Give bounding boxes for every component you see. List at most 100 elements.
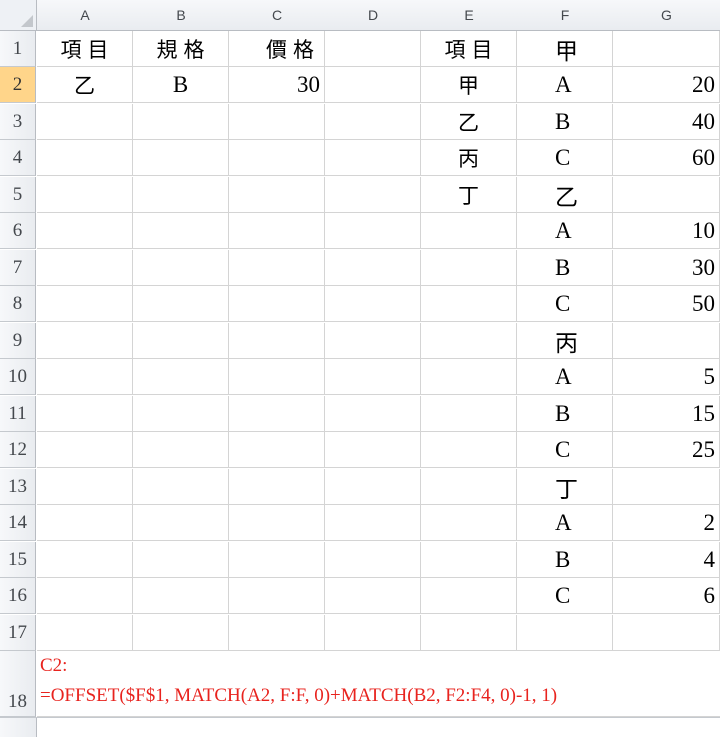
cell-g10[interactable]: 5 xyxy=(613,359,720,395)
row-header-16[interactable]: 16 xyxy=(0,578,36,614)
row-header-13[interactable]: 13 xyxy=(0,469,36,505)
cell-d11[interactable] xyxy=(325,396,421,432)
cell-e15[interactable] xyxy=(421,542,517,578)
cell-g11[interactable]: 15 xyxy=(613,396,720,432)
cell-c15[interactable] xyxy=(229,542,325,578)
cell-a5[interactable] xyxy=(37,177,133,213)
cell-a12[interactable] xyxy=(37,432,133,468)
row-header-5[interactable]: 5 xyxy=(0,177,36,213)
row-header-14[interactable]: 14 xyxy=(0,505,36,541)
column-header-d[interactable]: D xyxy=(325,0,422,31)
cell-a8[interactable] xyxy=(37,286,133,322)
cell-g9[interactable] xyxy=(613,323,720,359)
cell-d14[interactable] xyxy=(325,505,421,541)
cell-g2[interactable]: 20 xyxy=(613,67,720,103)
column-header-c[interactable]: C xyxy=(229,0,326,31)
cell-d2[interactable] xyxy=(325,67,421,103)
row-header-6[interactable]: 6 xyxy=(0,213,36,249)
cell-f9[interactable]: 丙 xyxy=(517,323,613,359)
cell-b16[interactable] xyxy=(133,578,229,614)
cell-b12[interactable] xyxy=(133,432,229,468)
row-header-4[interactable]: 4 xyxy=(0,140,36,176)
cell-a11[interactable] xyxy=(37,396,133,432)
cell-b9[interactable] xyxy=(133,323,229,359)
row-header-8[interactable]: 8 xyxy=(0,286,36,322)
cell-a17[interactable] xyxy=(37,615,133,651)
cell-e14[interactable] xyxy=(421,505,517,541)
cell-c4[interactable] xyxy=(229,140,325,176)
cell-a6[interactable] xyxy=(37,213,133,249)
cell-f12[interactable]: C xyxy=(517,432,613,468)
cell-c13[interactable] xyxy=(229,469,325,505)
cell-b13[interactable] xyxy=(133,469,229,505)
cell-c2[interactable]: 30 xyxy=(229,67,325,103)
cell-f13[interactable]: 丁 xyxy=(517,469,613,505)
column-header-b[interactable]: B xyxy=(133,0,230,31)
cell-a16[interactable] xyxy=(37,578,133,614)
cell-e4[interactable]: 丙 xyxy=(421,140,517,176)
cell-e7[interactable] xyxy=(421,250,517,286)
row-header-18[interactable]: 18 xyxy=(0,651,36,717)
cell-c10[interactable] xyxy=(229,359,325,395)
cell-d5[interactable] xyxy=(325,177,421,213)
cell-a2[interactable]: 乙 xyxy=(37,67,133,103)
cell-e3[interactable]: 乙 xyxy=(421,104,517,140)
cell-f10[interactable]: A xyxy=(517,359,613,395)
cell-c14[interactable] xyxy=(229,505,325,541)
column-header-e[interactable]: E xyxy=(421,0,518,31)
cell-a7[interactable] xyxy=(37,250,133,286)
row-header-9[interactable]: 9 xyxy=(0,323,36,359)
column-header-f[interactable]: F xyxy=(517,0,614,31)
cell-g4[interactable]: 60 xyxy=(613,140,720,176)
cell-d10[interactable] xyxy=(325,359,421,395)
cell-c8[interactable] xyxy=(229,286,325,322)
cell-b3[interactable] xyxy=(133,104,229,140)
cell-d7[interactable] xyxy=(325,250,421,286)
cell-e11[interactable] xyxy=(421,396,517,432)
cell-f3[interactable]: B xyxy=(517,104,613,140)
cell-g7[interactable]: 30 xyxy=(613,250,720,286)
cell-a13[interactable] xyxy=(37,469,133,505)
cell-f1[interactable]: 甲 xyxy=(517,31,613,67)
row-header-2[interactable]: 2 xyxy=(0,67,36,103)
cell-c7[interactable] xyxy=(229,250,325,286)
cell-c11[interactable] xyxy=(229,396,325,432)
cell-b6[interactable] xyxy=(133,213,229,249)
cell-b4[interactable] xyxy=(133,140,229,176)
cell-f16[interactable]: C xyxy=(517,578,613,614)
cell-b10[interactable] xyxy=(133,359,229,395)
cell-g15[interactable]: 4 xyxy=(613,542,720,578)
cell-b8[interactable] xyxy=(133,286,229,322)
cell-d1[interactable] xyxy=(325,31,421,67)
cell-e17[interactable] xyxy=(421,615,517,651)
cell-a9[interactable] xyxy=(37,323,133,359)
cell-e6[interactable] xyxy=(421,213,517,249)
cell-d8[interactable] xyxy=(325,286,421,322)
cell-e13[interactable] xyxy=(421,469,517,505)
cell-f11[interactable]: B xyxy=(517,396,613,432)
cell-e1[interactable]: 項目 xyxy=(421,31,517,67)
cell-e16[interactable] xyxy=(421,578,517,614)
cell-c16[interactable] xyxy=(229,578,325,614)
cell-g13[interactable] xyxy=(613,469,720,505)
spreadsheet[interactable]: ABCDEFG 1 項目 規格 價格 項目甲 2 乙 B 30 甲 A 20 3 乙 B 40 4 丙 C 60 5 丁乙… xyxy=(0,0,720,737)
cell-g1[interactable] xyxy=(613,31,720,67)
cell-f5[interactable]: 乙 xyxy=(517,177,613,213)
cell-b1[interactable]: 規格 xyxy=(133,31,229,67)
cell-d6[interactable] xyxy=(325,213,421,249)
cell-c5[interactable] xyxy=(229,177,325,213)
cell-e9[interactable] xyxy=(421,323,517,359)
cell-c9[interactable] xyxy=(229,323,325,359)
cell-d3[interactable] xyxy=(325,104,421,140)
cell-c3[interactable] xyxy=(229,104,325,140)
cell-g6[interactable]: 10 xyxy=(613,213,720,249)
cell-g3[interactable]: 40 xyxy=(613,104,720,140)
column-header-a[interactable]: A xyxy=(37,0,134,31)
cell-f15[interactable]: B xyxy=(517,542,613,578)
cell-g14[interactable]: 2 xyxy=(613,505,720,541)
select-all-corner[interactable] xyxy=(0,0,37,31)
cell-f4[interactable]: C xyxy=(517,140,613,176)
cell-c12[interactable] xyxy=(229,432,325,468)
cell-e10[interactable] xyxy=(421,359,517,395)
cell-b5[interactable] xyxy=(133,177,229,213)
